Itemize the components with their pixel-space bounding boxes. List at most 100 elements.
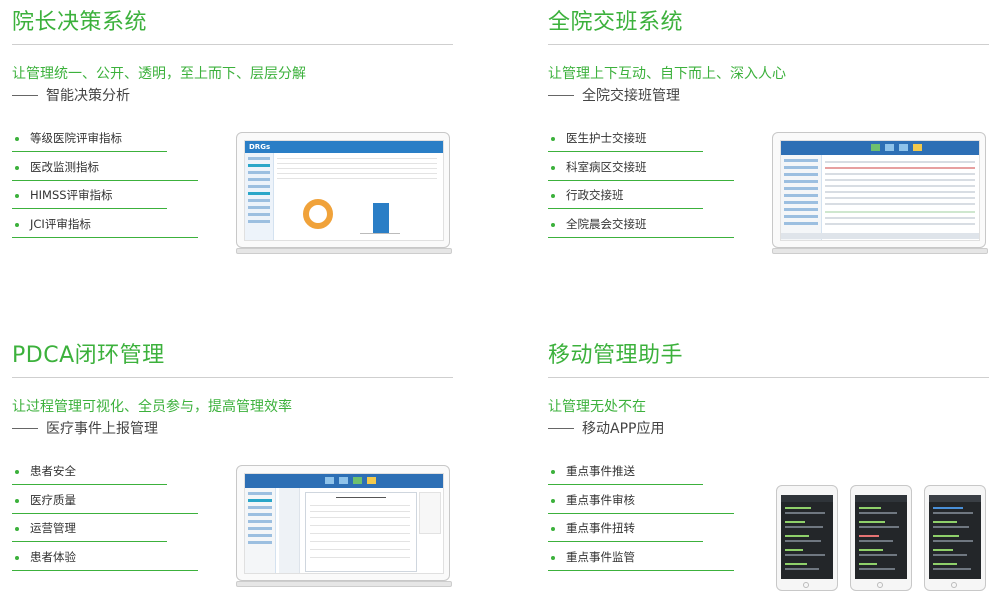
- bullet-icon: [551, 194, 555, 199]
- panel-subtitle: 智能决策分析: [12, 85, 130, 105]
- bullet-icon: [551, 165, 555, 170]
- bullet-icon: [551, 470, 555, 474]
- panel-subtitle-text: 医疗事件上报管理: [46, 421, 158, 437]
- donut-chart-graphic: [303, 199, 333, 229]
- feature-label: 患者安全: [30, 464, 76, 478]
- event-report-preview: [244, 473, 444, 574]
- panel-subtitle: 医疗事件上报管理: [12, 418, 158, 438]
- bullet-icon: [15, 137, 19, 141]
- feature-underline: [548, 484, 703, 485]
- bullet-icon: [15, 223, 19, 228]
- app-sidebar: [245, 488, 276, 573]
- feature-list: 患者安全 医疗质量 运营管理 患者体验: [12, 463, 202, 578]
- feature-label: 患者体验: [30, 550, 76, 565]
- title-divider: [12, 377, 453, 378]
- feature-label: 行政交接班: [566, 188, 624, 203]
- feature-label: 等级医院评审指标: [30, 131, 122, 145]
- feature-underline: [548, 541, 703, 543]
- laptop-screenshot-image: [236, 465, 452, 589]
- feature-label: 重点事件推送: [566, 464, 635, 478]
- feature-label: 运营管理: [30, 521, 76, 536]
- panel-subtitle: 全院交接班管理: [548, 85, 680, 105]
- feature-underline: [548, 208, 703, 210]
- feature-item: 医生护士交接班: [548, 130, 738, 159]
- feature-item: 全院晨会交接班: [548, 216, 738, 245]
- feature-list: 等级医院评审指标 医改监测指标 HIMSS评审指标 JCI评审指标: [12, 130, 202, 245]
- feature-item: 重点事件审核: [548, 492, 738, 521]
- bullet-icon: [15, 165, 19, 170]
- panel-hospital-handover-system: 全院交班系统 让管理上下互动、自下而上、深入人心 全院交接班管理 医生护士交接班…: [548, 0, 1000, 270]
- app-logo: DRGs: [249, 143, 271, 151]
- panel-tagline: 让管理上下互动、自下而上、深入人心: [548, 66, 786, 82]
- feature-item: HIMSS评审指标: [12, 187, 202, 216]
- bullet-icon: [551, 527, 555, 532]
- panel-subtitle-text: 全院交接班管理: [582, 88, 680, 104]
- feature-underline: [548, 512, 734, 514]
- panel-subtitle-text: 智能决策分析: [46, 88, 130, 104]
- panel-title: 移动管理助手: [548, 343, 684, 368]
- feature-item: 患者体验: [12, 549, 202, 578]
- bullet-icon: [15, 194, 19, 199]
- title-divider: [548, 377, 989, 378]
- dash-icon: [548, 94, 574, 96]
- bullet-icon: [15, 527, 19, 532]
- feature-item: 重点事件推送: [548, 463, 738, 492]
- feature-item: 医疗质量: [12, 492, 202, 521]
- feature-underline: [12, 179, 198, 181]
- panel-pdca-management: PDCA闭环管理 让过程管理可视化、全员参与，提高管理效率 医疗事件上报管理 患…: [12, 333, 467, 603]
- phone-image: [924, 485, 986, 591]
- feature-underline: [548, 179, 734, 181]
- feature-item: 运营管理: [12, 520, 202, 549]
- phone-screen: [855, 495, 907, 579]
- feature-item: 医改监测指标: [12, 159, 202, 188]
- feature-label: 医生护士交接班: [566, 131, 647, 145]
- bullet-icon: [551, 556, 555, 561]
- panel-title: 院长决策系统: [12, 10, 148, 35]
- laptop-lid: DRGs: [236, 132, 450, 248]
- feature-label: 医改监测指标: [30, 159, 99, 174]
- panel-mobile-assistant: 移动管理助手 让管理无处不在 移动APP应用 重点事件推送 重点事件审核 重点事…: [548, 333, 1000, 603]
- feature-label: 重点事件扭转: [566, 521, 635, 536]
- feature-label: HIMSS评审指标: [30, 188, 113, 203]
- panel-tagline: 让管理无处不在: [548, 399, 646, 415]
- title-divider: [12, 44, 453, 45]
- bar-chart-graphic: [373, 203, 389, 233]
- feature-underline: [548, 151, 703, 152]
- bullet-icon: [15, 498, 19, 503]
- laptop-base: [772, 248, 988, 254]
- dashboard-preview: DRGs: [244, 140, 444, 241]
- feature-label: 重点事件监管: [566, 550, 635, 565]
- title-divider: [548, 44, 989, 45]
- panel-dean-decision-system: 院长决策系统 让管理统一、公开、透明，至上而下、层层分解 智能决策分析 等级医院…: [12, 0, 467, 270]
- home-button-icon: [877, 582, 883, 588]
- app-header: DRGs: [245, 141, 443, 153]
- phone-screen: [781, 495, 833, 579]
- bullet-icon: [551, 498, 555, 503]
- panel-title: 全院交班系统: [548, 10, 684, 35]
- feature-underline: [12, 208, 167, 210]
- phone-image: [850, 485, 912, 591]
- panel-subtitle-text: 移动APP应用: [582, 421, 665, 437]
- laptop-lid: [772, 132, 986, 248]
- feature-label: 医疗质量: [30, 492, 76, 507]
- laptop-screenshot-image: DRGs: [236, 132, 452, 256]
- feature-item: JCI评审指标: [12, 216, 202, 245]
- feature-item: 科室病区交接班: [548, 159, 738, 188]
- feature-label: 全院晨会交接班: [566, 217, 647, 232]
- feature-item: 患者安全: [12, 463, 202, 492]
- feature-list: 医生护士交接班 科室病区交接班 行政交接班 全院晨会交接班: [548, 130, 738, 245]
- panel-tagline: 让管理统一、公开、透明，至上而下、层层分解: [12, 66, 306, 82]
- bullet-icon: [15, 556, 19, 561]
- dash-icon: [548, 427, 574, 429]
- feature-label: JCI评审指标: [30, 217, 91, 232]
- panel-title: PDCA闭环管理: [12, 343, 165, 368]
- laptop-lid: [236, 465, 450, 581]
- app-header: [781, 141, 979, 155]
- feature-underline: [548, 237, 734, 239]
- bullet-icon: [551, 137, 555, 141]
- laptop-base: [236, 248, 452, 254]
- panel-tagline: 让过程管理可视化、全员参与，提高管理效率: [12, 399, 292, 415]
- phone-screen: [929, 495, 981, 579]
- dash-icon: [12, 427, 38, 429]
- feature-item: 重点事件扭转: [548, 520, 738, 549]
